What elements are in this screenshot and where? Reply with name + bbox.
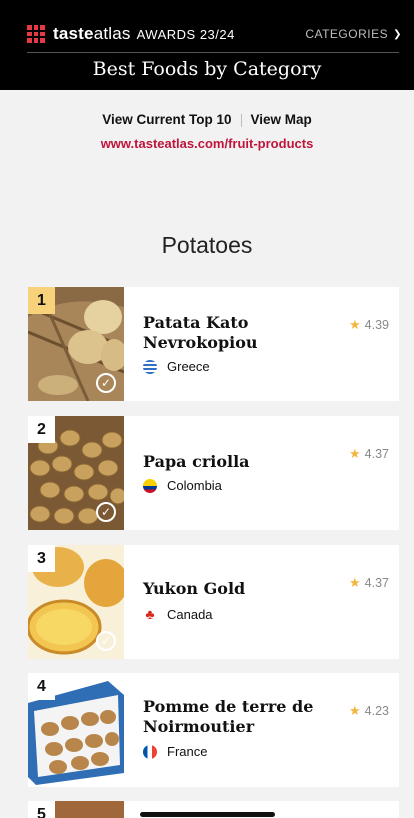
country-name: Greece bbox=[167, 359, 210, 374]
france-flag-icon bbox=[143, 744, 157, 759]
food-card[interactable]: 3 ✓ Yukon Gold ♣ Canada ★ 4.37 bbox=[28, 545, 399, 659]
greece-flag-icon bbox=[143, 359, 157, 374]
food-name[interactable]: Yukon Gold bbox=[143, 579, 333, 599]
rank-badge: 1 bbox=[28, 287, 55, 314]
country-name: Colombia bbox=[167, 478, 222, 493]
food-image[interactable]: 4 bbox=[28, 673, 124, 787]
star-icon: ★ bbox=[349, 446, 361, 461]
check-icon[interactable]: ✓ bbox=[96, 373, 116, 393]
check-icon[interactable]: ✓ bbox=[96, 502, 116, 522]
brand-name[interactable]: tasteatlas bbox=[53, 24, 131, 44]
rating-value: 4.39 bbox=[364, 318, 389, 332]
food-image[interactable]: 5 bbox=[28, 801, 124, 818]
tasteatlas-logo-icon[interactable] bbox=[27, 25, 45, 43]
rating: ★ 4.37 bbox=[349, 575, 389, 591]
country-name: France bbox=[167, 744, 208, 759]
country-row: Greece bbox=[143, 359, 210, 374]
country-name: Canada bbox=[167, 606, 213, 622]
food-image[interactable]: 1 ✓ bbox=[28, 287, 124, 401]
check-icon[interactable]: ✓ bbox=[96, 631, 116, 651]
rating-value: 4.23 bbox=[364, 704, 389, 718]
page-title: Best Foods by Category bbox=[92, 58, 322, 80]
brand-part2: atlas bbox=[93, 24, 131, 43]
top-header: tasteatlas AWARDS 23/24 CATEGORIES ❯ Bes… bbox=[0, 0, 414, 90]
star-icon: ★ bbox=[349, 575, 361, 590]
food-card[interactable]: 2 ✓ Papa criolla Colombia ★ 4.37 bbox=[28, 416, 399, 530]
food-image[interactable]: 2 ✓ bbox=[28, 416, 124, 530]
food-image[interactable]: 3 ✓ bbox=[28, 545, 124, 659]
rank-badge: 3 bbox=[28, 545, 55, 572]
chevron-down-icon: ❯ bbox=[393, 28, 402, 40]
country-row: Colombia bbox=[143, 478, 222, 493]
category-url-link[interactable]: www.tasteatlas.com/fruit-products bbox=[0, 136, 414, 151]
country-row: ♣ Canada bbox=[143, 606, 213, 622]
section-title: Potatoes bbox=[161, 232, 253, 258]
brand-part1: taste bbox=[53, 24, 94, 43]
awards-label: AWARDS 23/24 bbox=[136, 26, 235, 42]
rating: ★ 4.37 bbox=[349, 446, 389, 462]
star-icon: ★ bbox=[349, 317, 361, 332]
categories-label: CATEGORIES bbox=[305, 27, 389, 41]
food-name[interactable]: Papa criolla bbox=[143, 452, 333, 472]
link-separator bbox=[240, 113, 242, 127]
rating: ★ 4.39 bbox=[349, 317, 389, 333]
star-icon: ★ bbox=[349, 703, 361, 718]
colombia-flag-icon bbox=[143, 478, 157, 493]
country-row: France bbox=[143, 744, 207, 759]
canada-maple-leaf-icon: ♣ bbox=[145, 606, 155, 622]
food-card[interactable]: 4 Pomme de terre de Noirmoutier France ★… bbox=[28, 673, 399, 787]
food-name[interactable]: Pomme de terre de Noirmoutier bbox=[143, 697, 333, 737]
food-card[interactable]: 1 ✓ Patata Kato Nevrokopiou Greece ★ 4.39 bbox=[28, 287, 399, 401]
nav-links: View Current Top 10 View Map bbox=[0, 112, 414, 127]
view-map-link[interactable]: View Map bbox=[251, 112, 312, 127]
rating-value: 4.37 bbox=[364, 576, 389, 590]
food-name[interactable]: Patata Kato Nevrokopiou bbox=[143, 313, 333, 353]
rating-value: 4.37 bbox=[364, 447, 389, 461]
home-indicator[interactable] bbox=[140, 812, 275, 817]
categories-button[interactable]: CATEGORIES ❯ bbox=[305, 27, 402, 41]
brand-row: tasteatlas AWARDS 23/24 CATEGORIES ❯ bbox=[27, 22, 402, 46]
rating: ★ 4.23 bbox=[349, 703, 389, 719]
rank-badge: 2 bbox=[28, 416, 55, 443]
view-top10-link[interactable]: View Current Top 10 bbox=[102, 112, 231, 127]
rank-badge: 4 bbox=[28, 673, 55, 700]
header-divider bbox=[27, 52, 399, 53]
rank-badge: 5 bbox=[28, 801, 55, 818]
